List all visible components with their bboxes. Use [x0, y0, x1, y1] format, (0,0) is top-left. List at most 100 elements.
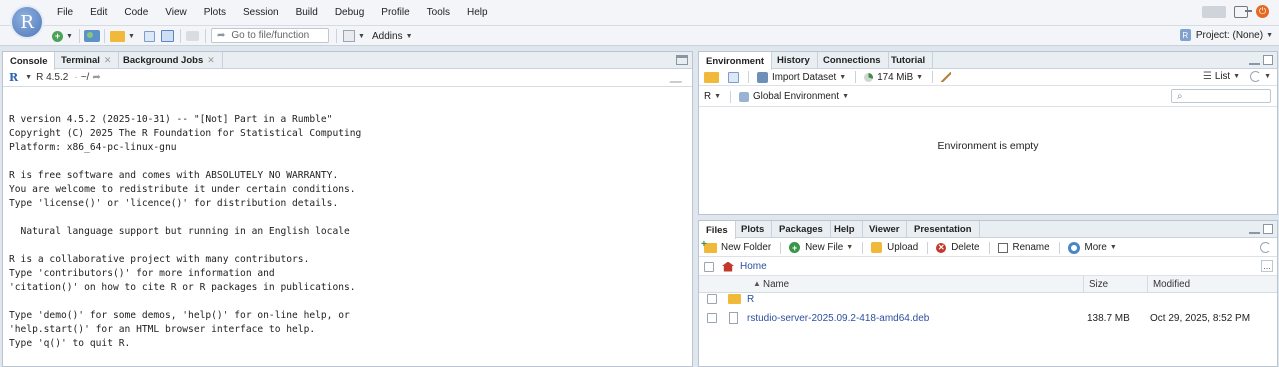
tab-help[interactable]: Help	[827, 221, 863, 238]
chevron-down-icon: ▼	[358, 32, 365, 40]
refresh-icon[interactable]	[1260, 242, 1271, 253]
open-file-button[interactable]: ▼	[110, 29, 135, 43]
column-size[interactable]: Size	[1089, 279, 1108, 290]
save-button[interactable]	[144, 29, 155, 43]
restore-pane-icon[interactable]	[676, 55, 688, 65]
save-all-button[interactable]	[161, 29, 174, 43]
tab-console[interactable]: Console	[3, 52, 56, 70]
environment-search-input[interactable]: ⌕	[1171, 89, 1271, 103]
save-icon	[728, 71, 739, 83]
tab-terminal[interactable]: Terminal ✕	[54, 52, 120, 69]
maximize-pane-icon[interactable]	[1263, 224, 1273, 234]
tab-presentation[interactable]: Presentation	[907, 221, 980, 238]
menu-session[interactable]: Session	[243, 7, 279, 18]
tab-viewer[interactable]: Viewer	[862, 221, 908, 238]
memory-usage-button[interactable]: 174 MiB ▼	[864, 72, 923, 83]
select-all-checkbox[interactable]	[704, 261, 714, 272]
upload-button[interactable]: Upload	[871, 242, 918, 253]
tab-packages[interactable]: Packages	[772, 221, 831, 238]
addins-button[interactable]: Addins ▼	[372, 29, 413, 43]
print-button[interactable]	[186, 29, 199, 43]
file-name-link[interactable]: rstudio-server-2025.09.2-418-amd64.deb	[747, 313, 929, 324]
environment-scope-selector[interactable]: Global Environment ▼	[739, 91, 849, 102]
rename-button[interactable]: Rename	[997, 242, 1050, 253]
new-folder-button[interactable]: New Folder	[701, 239, 772, 254]
close-icon[interactable]: ✕	[104, 55, 112, 66]
go-to-file-input[interactable]: ➦ Go to file/function	[211, 28, 329, 43]
quit-session-icon[interactable]: ⏻	[1256, 5, 1269, 18]
table-row[interactable]: rstudio-server-2025.09.2-418-amd64.deb 1…	[699, 309, 1277, 328]
chevron-down-icon[interactable]: ▼	[1264, 73, 1271, 80]
menu-view[interactable]: View	[165, 7, 187, 18]
divider	[988, 241, 990, 254]
sign-out-icon[interactable]	[1234, 5, 1252, 18]
environment-empty-message: Environment is empty	[937, 140, 1039, 152]
minimize-pane-icon[interactable]	[1249, 224, 1260, 234]
files-tabbar: Files Plots Packages Help Viewer Present…	[699, 221, 1277, 239]
language-selector[interactable]: R ▼	[704, 91, 721, 102]
breadcrumb-home[interactable]: Home	[740, 261, 767, 272]
divider	[1058, 241, 1060, 254]
menu-build[interactable]: Build	[296, 7, 318, 18]
tab-viewer-label: Viewer	[869, 224, 900, 235]
row-checkbox[interactable]	[707, 294, 717, 304]
row-checkbox[interactable]	[707, 313, 717, 323]
r-version-label: R 4.5.2	[36, 72, 69, 83]
refresh-icon[interactable]	[1250, 71, 1262, 82]
menu-profile[interactable]: Profile	[381, 7, 409, 18]
home-icon[interactable]	[722, 261, 734, 272]
delete-button[interactable]: ✕ Delete	[936, 242, 980, 253]
maximize-pane-icon[interactable]	[1263, 55, 1273, 65]
tab-history[interactable]: History	[770, 52, 818, 69]
menu-plots[interactable]: Plots	[204, 7, 226, 18]
console-output[interactable]: R version 4.5.2 (2025-10-31) -- "[Not] P…	[9, 99, 361, 367]
menu-help[interactable]: Help	[467, 7, 488, 18]
tab-environment[interactable]: Environment	[699, 52, 773, 70]
ellipsis-icon[interactable]: …	[1261, 260, 1273, 272]
memory-pie-icon	[864, 72, 874, 82]
project-menu[interactable]: R Project: (None) ▼	[1179, 29, 1273, 41]
menu-file[interactable]: File	[57, 7, 73, 18]
tab-background-jobs[interactable]: Background Jobs ✕	[116, 52, 223, 69]
clear-console-icon[interactable]	[669, 73, 687, 83]
delete-label: Delete	[951, 242, 980, 253]
menu-edit[interactable]: Edit	[90, 7, 107, 18]
file-name-link[interactable]: R	[747, 294, 754, 305]
go-to-directory-icon[interactable]: ➦	[92, 72, 100, 83]
more-button[interactable]: More ▼	[1067, 241, 1117, 254]
minimize-pane-icon[interactable]	[1249, 55, 1260, 65]
list-view-button[interactable]: ☰ List ▼	[1203, 71, 1240, 82]
pane-window-controls	[676, 55, 688, 65]
workspace-panes-button[interactable]: ▼	[343, 29, 365, 43]
close-icon[interactable]: ✕	[207, 55, 215, 66]
column-name[interactable]: Name	[763, 279, 789, 290]
chevron-down-icon: ▼	[842, 93, 849, 100]
folder-icon	[728, 294, 741, 304]
load-workspace-button[interactable]	[704, 71, 719, 83]
tab-connections[interactable]: Connections	[816, 52, 889, 69]
console-line: You are welcome to redistribute it under…	[9, 184, 356, 195]
menu-debug[interactable]: Debug	[335, 7, 364, 18]
menu-code[interactable]: Code	[124, 7, 148, 18]
console-line: R is free software and comes with ABSOLU…	[9, 170, 339, 181]
table-row[interactable]: R	[699, 290, 1277, 309]
tab-tutorial[interactable]: Tutorial	[884, 52, 934, 69]
import-dataset-button[interactable]: Import Dataset ▼	[757, 71, 846, 83]
menu-tools[interactable]: Tools	[427, 7, 450, 18]
save-workspace-button[interactable]	[728, 71, 739, 83]
tab-files[interactable]: Files	[699, 221, 736, 239]
new-file-button[interactable]: + ▼	[52, 29, 73, 43]
chevron-down-icon[interactable]: ▼	[25, 74, 32, 81]
new-project-button[interactable]	[84, 29, 100, 43]
pane-window-controls	[1249, 224, 1273, 234]
project-label: Project: (None)	[1195, 29, 1264, 41]
clear-workspace-button[interactable]	[941, 72, 954, 82]
new-blank-file-button[interactable]: + New File ▼	[789, 242, 853, 253]
broom-icon	[941, 72, 952, 82]
divider	[180, 29, 181, 43]
tab-plots[interactable]: Plots	[734, 221, 773, 238]
new-folder-label: New Folder	[721, 242, 772, 253]
column-modified[interactable]: Modified	[1153, 279, 1190, 290]
